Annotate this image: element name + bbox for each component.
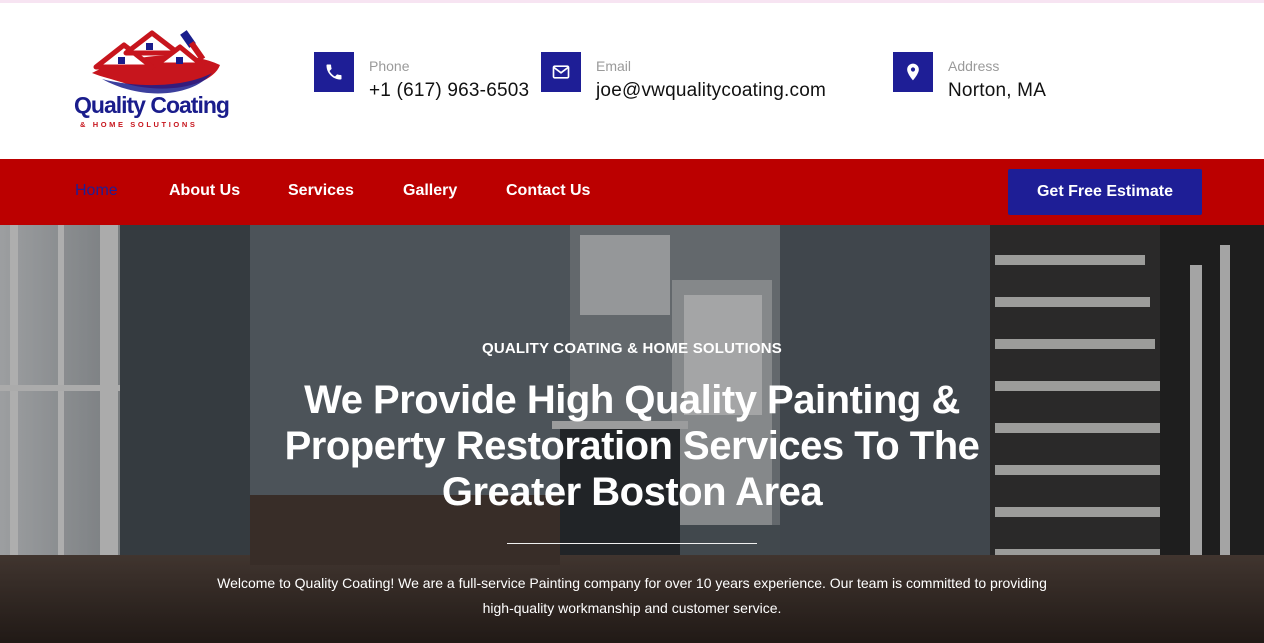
phone-icon — [314, 52, 354, 92]
logo-wordmark: Quality Coating — [74, 92, 230, 118]
phone-label: Phone — [369, 58, 410, 74]
address-label: Address — [948, 58, 1000, 74]
map-pin-icon — [893, 52, 933, 92]
logo-tagline: & HOME SOLUTIONS — [80, 120, 198, 129]
nav-contact-us[interactable]: Contact Us — [506, 182, 590, 200]
site-header: Quality Coating & HOME SOLUTIONS Phone +… — [0, 3, 1264, 159]
nav-gallery[interactable]: Gallery — [403, 182, 457, 200]
phone-number[interactable]: +1 (617) 963-6503 — [369, 80, 529, 102]
company-logo[interactable]: Quality Coating & HOME SOLUTIONS — [72, 27, 242, 135]
hero-kicker: QUALITY COATING & HOME SOLUTIONS — [481, 340, 782, 357]
nav-about-us[interactable]: About Us — [169, 182, 240, 200]
get-free-estimate-button[interactable]: Get Free Estimate — [1008, 169, 1202, 215]
nav-home[interactable]: Home — [75, 182, 118, 200]
address-value: Norton, MA — [948, 80, 1047, 101]
main-navigation: Home About Us Services Gallery Contact U… — [0, 159, 1264, 225]
nav-services[interactable]: Services — [288, 182, 354, 200]
envelope-icon — [541, 52, 581, 92]
hero-title: We Provide High Quality Painting & Prope… — [284, 378, 980, 514]
hero-divider — [507, 543, 757, 544]
email-address[interactable]: joe@vwqualitycoating.com — [596, 80, 826, 102]
hero-description: Welcome to Quality Coating! We are a ful… — [217, 575, 1047, 616]
hero-section: QUALITY COATING & HOME SOLUTIONS We Prov… — [0, 225, 1264, 643]
email-label: Email — [596, 58, 632, 74]
